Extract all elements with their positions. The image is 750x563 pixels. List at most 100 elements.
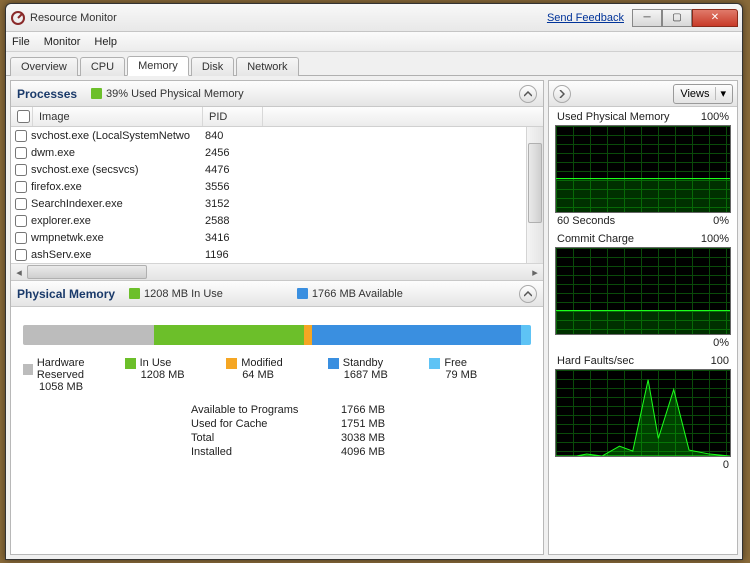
inuse-icon [129,288,140,299]
process-image: explorer.exe [31,215,205,227]
col-image[interactable]: Image [33,107,203,126]
membar-hardware [23,325,154,345]
process-checkbox[interactable] [15,249,27,261]
tab-cpu[interactable]: CPU [80,57,125,76]
physmem-title: Physical Memory [17,287,115,301]
legend-standby-value: 1687 MB [328,369,430,381]
process-pid: 3416 [205,232,265,244]
g2-max: 100% [701,233,729,245]
physmem-collapse-button[interactable] [519,285,537,303]
g3-title: Hard Faults/sec [557,355,634,367]
left-pane: Processes 39% Used Physical Memory Image… [10,80,544,555]
membar-modified [304,325,312,345]
close-button[interactable]: ✕ [692,9,738,27]
processes-collapse-button[interactable] [519,85,537,103]
process-row[interactable]: svchost.exe (secsvcs)4476 [11,161,543,178]
process-pid: 3556 [205,181,265,193]
stat-avail-value: 1766 MB [341,403,421,417]
g1-title: Used Physical Memory [557,111,669,123]
legend-modified-value: 64 MB [226,369,328,381]
col-pid[interactable]: PID [203,107,263,126]
views-label: Views [680,88,709,100]
chevron-down-icon: ▾ [715,87,726,100]
memory-stats: Available to Programs Used for Cache Tot… [11,397,543,465]
mem-usage-text: 39% Used Physical Memory [106,88,244,100]
legend-inuse-icon [125,358,136,369]
views-button[interactable]: Views ▾ [673,84,733,104]
physmem-header[interactable]: Physical Memory 1208 MB In Use 1766 MB A… [11,281,543,307]
process-checkbox[interactable] [15,232,27,244]
legend-hardware-value: 1058 MB [23,381,125,393]
right-collapse-button[interactable] [553,85,571,103]
legend-hardware-icon [23,364,33,375]
legend-hardware-label: Hardware Reserved [37,357,125,381]
processes-hscroll[interactable]: ◂▸ [11,263,543,280]
membar-standby [312,325,521,345]
graph-commit-charge: Commit Charge100% 0% [555,233,731,349]
minimize-button[interactable]: ─ [632,9,662,27]
process-row[interactable]: SearchIndexer.exe3152 [11,195,543,212]
process-row[interactable]: explorer.exe2588 [11,212,543,229]
physmem-inuse-text: 1208 MB In Use [144,288,223,300]
tab-network[interactable]: Network [236,57,298,76]
process-row[interactable]: svchost.exe (LocalSystemNetwo840 [11,127,543,144]
select-all-checkbox[interactable] [17,110,30,123]
g1-foot-r: 0% [713,215,729,227]
app-icon [10,10,26,26]
legend-standby-label: Standby [343,357,383,369]
process-pid: 4476 [205,164,265,176]
tab-overview[interactable]: Overview [10,57,78,76]
g2-foot-r: 0% [713,337,729,349]
g3-canvas [555,369,731,457]
physmem-available-text: 1766 MB Available [312,288,403,300]
available-icon [297,288,308,299]
menu-monitor[interactable]: Monitor [44,36,81,48]
processes-header[interactable]: Processes 39% Used Physical Memory [11,81,543,107]
process-row[interactable]: wmpnetwk.exe3416 [11,229,543,246]
legend-inuse-value: 1208 MB [125,369,227,381]
processes-title: Processes [17,87,77,101]
memory-legend: Hardware Reserved 1058 MB In Use 1208 MB… [11,353,543,397]
graph-hard-faults: Hard Faults/sec100 0 [555,355,731,471]
g1-foot-l: 60 Seconds [557,215,615,227]
process-checkbox[interactable] [15,181,27,193]
legend-standby-icon [328,358,339,369]
processes-list[interactable]: svchost.exe (LocalSystemNetwo840dwm.exe2… [11,127,543,263]
physical-memory-panel: Physical Memory 1208 MB In Use 1766 MB A… [11,281,543,554]
menu-file[interactable]: File [12,36,30,48]
graph-used-physmem: Used Physical Memory 100% 60 Seconds 0% [555,111,731,227]
tab-memory[interactable]: Memory [127,56,189,76]
send-feedback-link[interactable]: Send Feedback [547,12,624,24]
process-image: svchost.exe (secsvcs) [31,164,205,176]
mem-usage-icon [91,88,102,99]
tabstrip: Overview CPU Memory Disk Network [6,52,742,76]
membar-free [521,325,531,345]
process-checkbox[interactable] [15,147,27,159]
process-checkbox[interactable] [15,164,27,176]
process-checkbox[interactable] [15,215,27,227]
maximize-button[interactable]: ▢ [662,9,692,27]
process-row[interactable]: firefox.exe3556 [11,178,543,195]
stat-cache-label: Used for Cache [191,417,341,431]
process-checkbox[interactable] [15,130,27,142]
process-image: dwm.exe [31,147,205,159]
legend-free-icon [429,358,440,369]
process-pid: 2456 [205,147,265,159]
processes-vscroll[interactable] [526,127,543,263]
g1-max: 100% [701,111,729,123]
process-row[interactable]: dwm.exe2456 [11,144,543,161]
process-checkbox[interactable] [15,198,27,210]
process-row[interactable]: ashServ.exe1196 [11,246,543,263]
menu-help[interactable]: Help [94,36,117,48]
g3-foot-r: 0 [723,459,729,471]
process-image: firefox.exe [31,181,205,193]
legend-modified-label: Modified [241,357,283,369]
process-image: wmpnetwk.exe [31,232,205,244]
memory-bar-chart [23,325,531,345]
titlebar[interactable]: Resource Monitor Send Feedback ─ ▢ ✕ [6,4,742,32]
col-checkbox[interactable] [11,107,33,126]
tab-disk[interactable]: Disk [191,57,234,76]
processes-columns: Image PID [11,107,543,127]
process-pid: 840 [205,130,265,142]
stat-avail-label: Available to Programs [191,403,341,417]
